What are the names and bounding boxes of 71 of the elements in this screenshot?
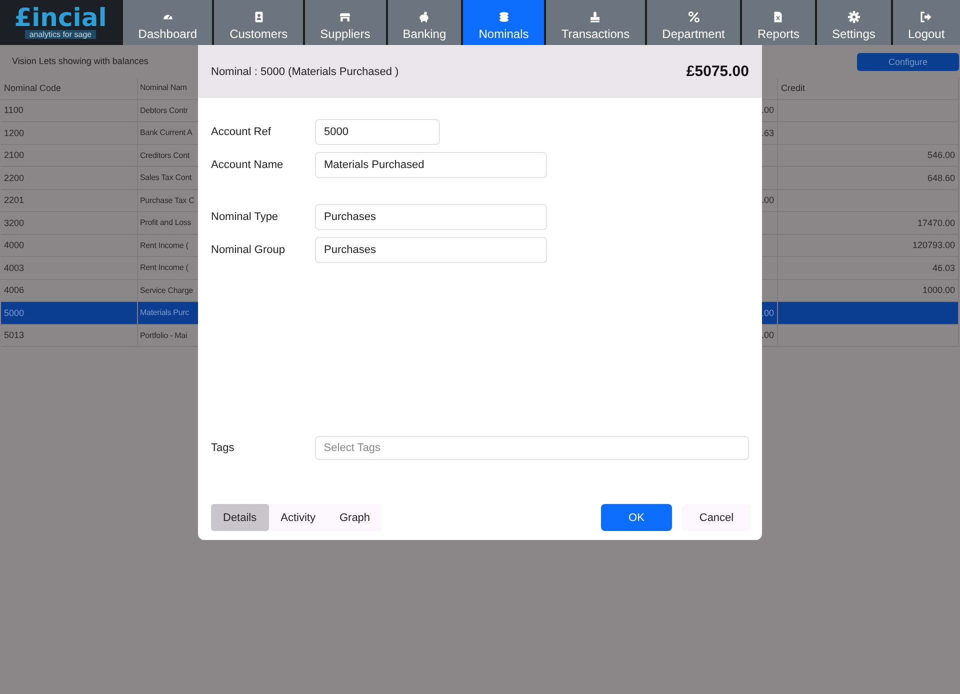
contact-book-icon <box>252 11 265 23</box>
table-cell: 546.00 <box>778 144 959 166</box>
percent-icon <box>688 11 700 23</box>
table-cell: 4000 <box>1 234 138 256</box>
nav-tab[interactable]: Settings <box>816 0 891 45</box>
field-label: Account Ref <box>211 126 272 138</box>
table-cell: 4003 <box>1 257 138 278</box>
column-header: Credit <box>778 77 959 98</box>
table-cell-text: Creditors Cont <box>139 150 190 162</box>
column-header: Nominal Code <box>1 77 138 98</box>
table-cell: 17470.00 <box>778 212 959 234</box>
nav-tab[interactable]: Dashboard <box>123 0 212 45</box>
nav-tab[interactable]: Nominals <box>463 0 544 45</box>
table-cell: 5000 <box>1 302 138 324</box>
table-cell: 4006 <box>1 280 138 301</box>
input-field[interactable]: Purchases <box>315 237 547 263</box>
input-field[interactable]: Materials Purchased <box>315 152 547 178</box>
table-cell: 120793.00 <box>778 234 959 256</box>
table-cell-text: Profit and Loss <box>139 217 192 230</box>
table-cell-text: Portfolio - Mai <box>139 330 188 342</box>
store-icon <box>339 11 352 23</box>
field-label: Nominal Group <box>211 244 286 256</box>
table-cell-text: Rent Income ( <box>139 240 190 252</box>
nav-tab[interactable]: Transactions <box>546 0 645 45</box>
nav-tab[interactable]: Department <box>646 0 740 45</box>
table-cell: 2201 <box>1 190 138 211</box>
ok-button[interactable]: OK <box>601 504 672 531</box>
table-cell-text: Bank Current A <box>139 127 194 140</box>
field-label: Nominal Type <box>211 211 280 223</box>
table-cell-text: Sales Tax Cont <box>139 172 193 184</box>
nav-tab[interactable]: Reports <box>742 0 815 45</box>
input-field[interactable]: Purchases <box>315 204 547 230</box>
table-cell-text: Service Charge <box>139 284 194 297</box>
table-cell: 46.03 <box>778 257 959 278</box>
tags-field[interactable]: Select Tags <box>314 436 749 460</box>
table-cell: 2100 <box>1 144 138 166</box>
settings-icon <box>848 11 860 23</box>
coins-icon <box>498 11 510 23</box>
column-header: Nominal Nam <box>139 82 188 94</box>
dialog-tab[interactable]: Activity <box>268 504 328 531</box>
table-cell: 1000.00 <box>778 280 959 301</box>
table-cell-text: Debtors Contr <box>139 104 189 117</box>
table-cell-text: Purchase Tax C <box>139 194 196 207</box>
stamp-icon <box>589 11 602 23</box>
nav-tab[interactable]: Banking <box>388 0 462 45</box>
piggy-bank-icon <box>418 11 430 23</box>
brand-tagline: analytics for sage <box>25 30 96 39</box>
document-icon <box>772 11 784 23</box>
table-cell: 1100 <box>1 100 138 121</box>
configure-button[interactable]: Configure <box>857 53 959 71</box>
dialog-tab[interactable]: Graph <box>327 504 382 531</box>
cancel-button[interactable]: Cancel <box>682 504 751 531</box>
logout-icon <box>920 11 932 23</box>
field-label: Account Name <box>211 159 284 171</box>
table-cell-text: Materials Purc <box>139 307 190 320</box>
table-cell: 2200 <box>1 167 138 188</box>
table-cell: 5013 <box>1 324 138 346</box>
balance-amount: £5075.00 <box>686 63 749 80</box>
table-caption: Vision Lets showing with balances <box>12 56 148 66</box>
table-cell: 648.60 <box>778 167 959 188</box>
nav-tab[interactable]: Suppliers <box>304 0 386 45</box>
nav-tab[interactable]: Customers <box>214 0 303 45</box>
table-cell-text: Rent Income ( <box>139 262 190 274</box>
nav-tab[interactable]: Logout <box>892 0 960 45</box>
dialog-title: Nominal : 5000 (Materials Purchased ) <box>211 66 399 78</box>
brand-name: £incial <box>14 6 107 30</box>
input-field[interactable]: 5000 <box>315 119 440 145</box>
field-label: Tags <box>211 442 236 454</box>
table-cell: 3200 <box>1 212 138 234</box>
table-cell: 1200 <box>1 122 138 144</box>
dialog-tab[interactable]: Details <box>211 504 269 531</box>
